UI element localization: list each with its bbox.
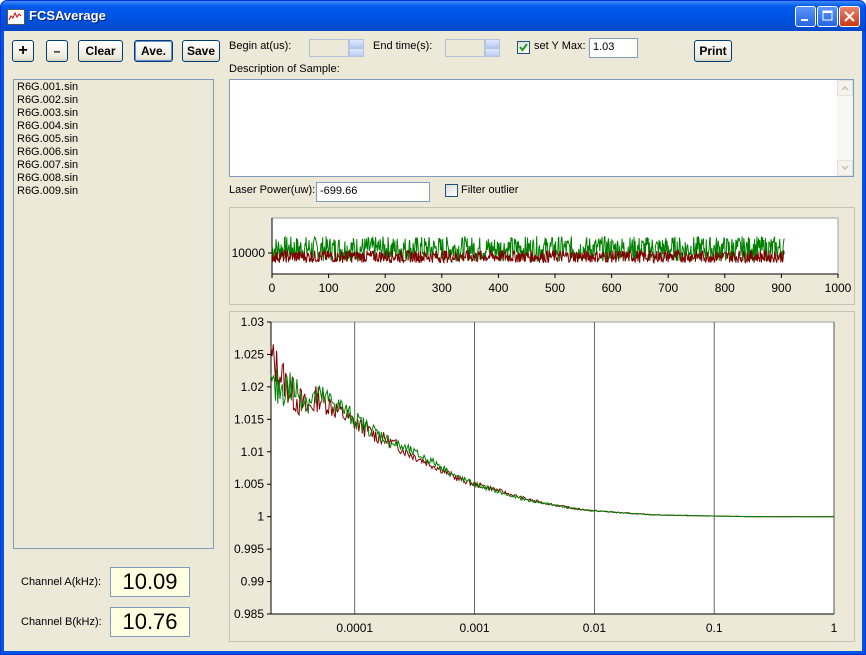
- end-input[interactable]: [445, 39, 485, 57]
- remove-file-button[interactable]: –: [46, 40, 68, 62]
- window-title: FCSAverage: [29, 8, 106, 23]
- end-spinner[interactable]: [485, 39, 500, 57]
- minimize-button[interactable]: [795, 6, 816, 27]
- channel-b-value: 10.76: [110, 607, 190, 637]
- x-tick-label: 1: [831, 621, 838, 635]
- correlation-panel: 0.0001 0.001 0.01 0.1 1 1.03 1.025 1.02 1.015 1.0…: [229, 311, 855, 642]
- file-list-item[interactable]: R6G.003.sin: [17, 107, 210, 120]
- channel-a-value: 10.09: [110, 567, 190, 597]
- y-tick-label: 1.03: [241, 315, 265, 329]
- channel-b-label: Channel B(kHz):: [21, 616, 102, 628]
- x-tick-label: 500: [545, 281, 565, 295]
- x-tick-label: 0.0001: [336, 621, 373, 635]
- y-tick-label: 1.005: [234, 477, 264, 491]
- y-tick-label: 10000: [232, 246, 266, 260]
- begin-label: Begin at(us):: [229, 40, 292, 52]
- y-tick-label: 1.025: [234, 347, 264, 361]
- close-icon: [844, 11, 855, 22]
- file-list[interactable]: R6G.001.sin R6G.002.sin R6G.003.sin R6G.004…: [13, 79, 214, 549]
- x-tick-label: 600: [602, 281, 622, 295]
- x-tick-label: 1000: [825, 281, 852, 295]
- correlation-chart: 0.0001 0.001 0.01 0.1 1 1.03 1.025 1.02 1.015 1.0…: [234, 315, 838, 635]
- file-list-item[interactable]: R6G.007.sin: [17, 159, 210, 172]
- print-button[interactable]: Print: [694, 40, 732, 62]
- description-textarea[interactable]: [229, 79, 854, 177]
- app-window: FCSAverage + – Clear Ave. Save Begin at(…: [0, 0, 866, 655]
- x-tick-label: 0: [269, 281, 276, 295]
- x-tick-label: 0.001: [460, 621, 490, 635]
- x-tick-label: 900: [771, 281, 791, 295]
- plot-area: [270, 321, 835, 615]
- file-list-item[interactable]: R6G.008.sin: [17, 172, 210, 185]
- x-tick-label: 0.1: [706, 621, 723, 635]
- save-button[interactable]: Save: [182, 40, 220, 62]
- y-tick-label: 1.01: [241, 445, 265, 459]
- x-tick-label: 400: [488, 281, 508, 295]
- begin-input[interactable]: [309, 39, 349, 57]
- file-list-item[interactable]: R6G.006.sin: [17, 146, 210, 159]
- title-bar[interactable]: FCSAverage: [1, 1, 865, 31]
- scroll-down-icon[interactable]: [837, 160, 853, 176]
- add-file-button[interactable]: +: [12, 40, 34, 62]
- file-list-item[interactable]: R6G.002.sin: [17, 94, 210, 107]
- file-list-item[interactable]: R6G.001.sin: [17, 81, 210, 94]
- y-tick-label: 0.985: [234, 607, 264, 621]
- y-tick-label: 1: [257, 510, 264, 524]
- y-tick-label: 0.995: [234, 542, 264, 556]
- intensity-trace-panel: 0 100 200 300 400 500 600 700 800 900 1000 10000: [229, 207, 855, 305]
- laser-power-label: Laser Power(uw):: [229, 184, 316, 196]
- checkmark-icon: [519, 43, 528, 52]
- app-chart-icon: [7, 9, 25, 25]
- scroll-up-icon[interactable]: [837, 80, 853, 96]
- begin-spinner[interactable]: [349, 39, 364, 57]
- end-label: End time(s):: [373, 40, 433, 52]
- close-button[interactable]: [839, 6, 860, 27]
- x-tick-label: 100: [319, 281, 339, 295]
- set-ymax-label: set Y Max:: [534, 40, 586, 52]
- client-area: + – Clear Ave. Save Begin at(us): End ti…: [4, 31, 862, 651]
- x-tick-label: 300: [432, 281, 452, 295]
- filter-outlier-checkbox[interactable]: [445, 184, 458, 197]
- x-tick-label: 800: [715, 281, 735, 295]
- x-tick-label: 200: [375, 281, 395, 295]
- maximize-button[interactable]: [817, 6, 838, 27]
- average-button[interactable]: Ave.: [134, 40, 173, 62]
- spin-up-icon[interactable]: [485, 39, 500, 48]
- ymax-input[interactable]: 1.03: [589, 38, 638, 58]
- set-ymax-checkbox[interactable]: [517, 41, 530, 54]
- file-list-item[interactable]: R6G.005.sin: [17, 133, 210, 146]
- laser-power-input[interactable]: -699.66: [316, 182, 430, 202]
- description-label: Description of Sample:: [229, 63, 340, 75]
- intensity-trace-chart: 0 100 200 300 400 500 600 700 800 900 1000 10000: [232, 217, 852, 295]
- file-list-item[interactable]: R6G.009.sin: [17, 185, 210, 198]
- maximize-icon: [822, 10, 833, 21]
- y-tick-label: 1.02: [241, 380, 265, 394]
- y-tick-label: 0.99: [241, 575, 265, 589]
- filter-outlier-label: Filter outlier: [461, 184, 519, 196]
- x-tick-label: 0.01: [583, 621, 607, 635]
- x-tick-label: 700: [658, 281, 678, 295]
- minimize-icon: [801, 19, 808, 21]
- spin-down-icon[interactable]: [349, 48, 364, 57]
- spin-down-icon[interactable]: [485, 48, 500, 57]
- clear-button[interactable]: Clear: [78, 40, 123, 62]
- description-scrollbar[interactable]: [837, 80, 853, 176]
- spin-up-icon[interactable]: [349, 39, 364, 48]
- y-tick-label: 1.015: [234, 412, 264, 426]
- channel-a-label: Channel A(kHz):: [21, 576, 102, 588]
- file-list-item[interactable]: R6G.004.sin: [17, 120, 210, 133]
